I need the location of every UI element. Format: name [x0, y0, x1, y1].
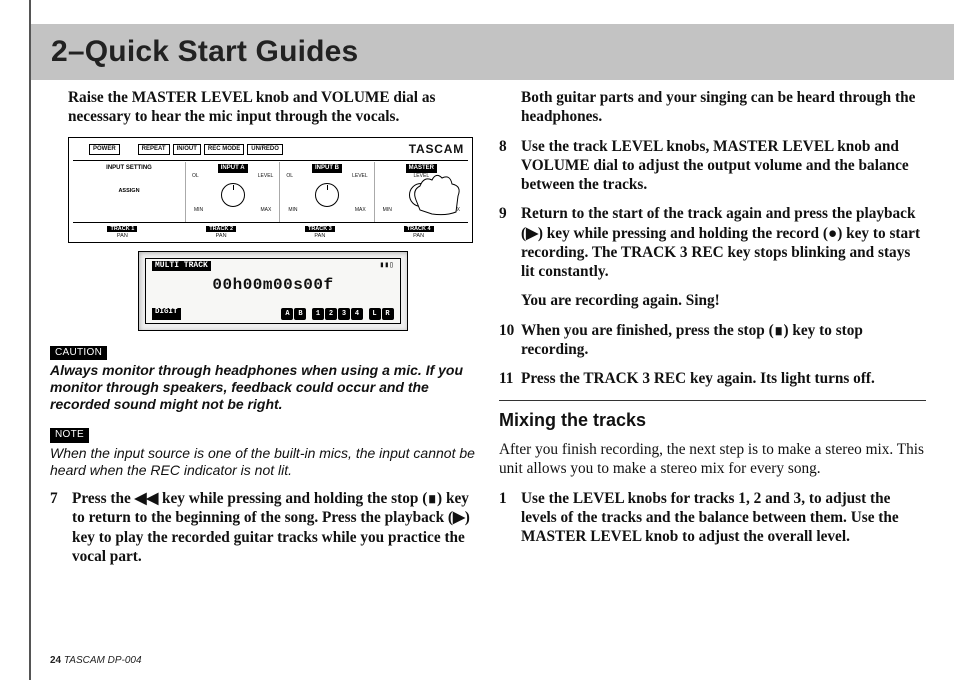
assign-label: ASSIGN	[115, 187, 142, 196]
step-8: 8 Use the track LEVEL knobs, MASTER LEVE…	[499, 137, 926, 195]
input-a-label: INPUT A	[218, 164, 248, 174]
caution-badge: CAUTION	[50, 346, 107, 361]
step-number: 9	[499, 204, 521, 310]
step-text: When you are finished, press the stop (∎…	[521, 321, 926, 360]
step-text: Use the LEVEL knobs for tracks 1, 2 and …	[521, 489, 926, 547]
step-10: 10 When you are finished, press the stop…	[499, 321, 926, 360]
note-badge: NOTE	[50, 428, 89, 443]
caution-text: Always monitor through headphones when u…	[50, 362, 477, 413]
unredo-button-label: UN/REDO	[247, 144, 283, 155]
diagram-divider	[73, 160, 468, 161]
page-number: 24	[50, 655, 61, 666]
lcd-mode: MULTI TRACK	[152, 261, 211, 271]
step-text: Press the ◀◀ key while pressing and hold…	[72, 489, 477, 566]
device-diagram: POWER REPEAT IN/OUT REC MODE UN/REDO TAS…	[68, 137, 473, 243]
mix-step-1: 1 Use the LEVEL knobs for tracks 1, 2 an…	[499, 489, 926, 547]
recmode-button-label: REC MODE	[204, 144, 244, 155]
knob-icon	[315, 183, 339, 207]
section-divider	[499, 400, 926, 401]
chapter-title: 2–Quick Start Guides	[51, 35, 358, 69]
mixing-intro: After you finish recording, the next ste…	[499, 440, 926, 479]
repeat-button-label: REPEAT	[138, 144, 170, 155]
lcd-digit-label: DIGIT	[152, 308, 181, 320]
brand-logo: TASCAM	[409, 142, 464, 157]
step-7: 7 Press the ◀◀ key while pressing and ho…	[50, 489, 477, 566]
step-number: 11	[499, 369, 521, 388]
section-heading: Mixing the tracks	[499, 409, 926, 432]
battery-icon: ▮▮▯	[380, 261, 394, 271]
page-margin-rule	[29, 0, 31, 680]
step-text: Press the TRACK 3 REC key again. Its lig…	[521, 369, 926, 388]
input-setting-label: INPUT SETTING	[103, 164, 155, 174]
inout-button-label: IN/OUT	[173, 144, 201, 155]
step-number: 7	[50, 489, 72, 566]
content-area: Raise the MASTER LEVEL knob and VOLUME d…	[50, 88, 926, 646]
lcd-display: MULTI TRACK ▮▮▯ 00h00m00s00f DIGIT AB 12…	[138, 251, 408, 331]
left-column: Raise the MASTER LEVEL knob and VOLUME d…	[50, 88, 477, 646]
step-11: 11 Press the TRACK 3 REC key again. Its …	[499, 369, 926, 388]
right-column: Both guitar parts and your singing can b…	[499, 88, 926, 646]
lcd-track-indicators: AB 1234 LR	[281, 308, 394, 320]
lcd-time: 00h00m00s00f	[146, 275, 400, 295]
step-number: 10	[499, 321, 521, 360]
step-number: 8	[499, 137, 521, 195]
step-text: Return to the start of the track again a…	[521, 204, 926, 310]
step-9: 9 Return to the start of the track again…	[499, 204, 926, 310]
footer-model: TASCAM DP-004	[64, 655, 142, 666]
intro-paragraph: Raise the MASTER LEVEL knob and VOLUME d…	[50, 88, 477, 127]
page-footer: 24 TASCAM DP-004	[50, 655, 142, 666]
diagram-track-row: TRACK 1PAN TRACK 2PAN TRACK 3PAN TRACK 4…	[73, 225, 468, 241]
diagram-divider	[73, 222, 468, 223]
step-number: 1	[499, 489, 521, 547]
power-button-label: POWER	[89, 144, 120, 155]
hand-icon	[406, 170, 466, 218]
step-text: Use the track LEVEL knobs, MASTER LEVEL …	[521, 137, 926, 195]
step-7-continuation: Both guitar parts and your singing can b…	[499, 88, 926, 127]
input-b-label: INPUT B	[312, 164, 342, 174]
diagram-button-row: POWER REPEAT IN/OUT REC MODE UN/REDO TAS…	[89, 144, 464, 156]
chapter-header: 2–Quick Start Guides	[31, 24, 954, 80]
note-text: When the input source is one of the buil…	[50, 445, 477, 479]
knob-icon	[221, 183, 245, 207]
